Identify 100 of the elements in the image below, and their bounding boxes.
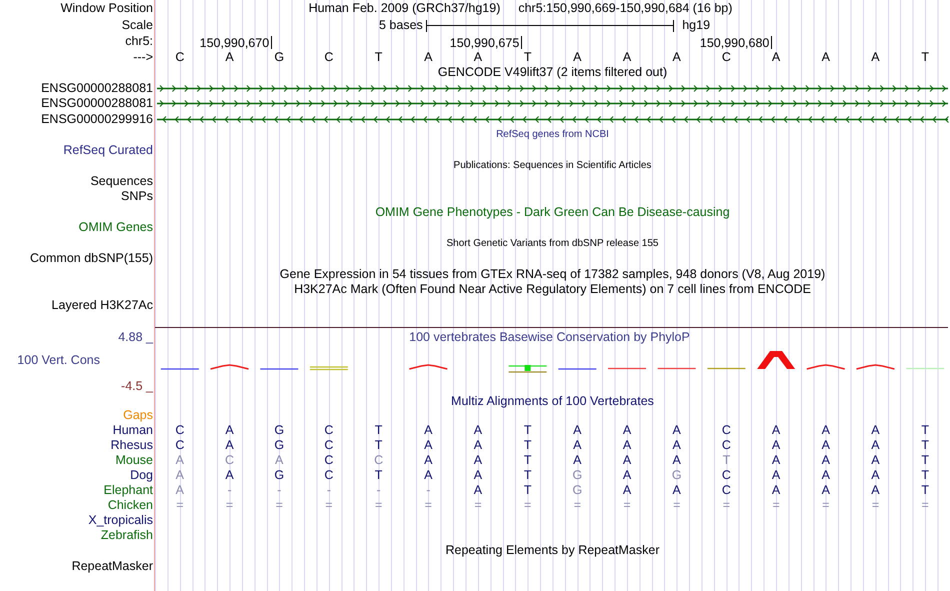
- aligned-base: A: [772, 423, 780, 437]
- aligned-base: A: [424, 438, 432, 452]
- aligned-base: A: [822, 468, 830, 482]
- aligned-base: G: [274, 468, 284, 482]
- aligned-base: A: [822, 438, 830, 452]
- aligned-base: G: [672, 468, 682, 482]
- position-label: 150,990,680: [700, 36, 772, 49]
- aligned-base: A: [225, 468, 234, 482]
- aligned-base: A: [672, 438, 681, 452]
- aligned-base: A: [871, 423, 880, 437]
- aligned-base: A: [176, 453, 184, 467]
- aligned-base: T: [921, 483, 929, 497]
- assembly-title: Human Feb. 2009 (GRCh37/hg19): [308, 0, 500, 17]
- aligned-base: =: [176, 498, 184, 512]
- aligned-base: =: [524, 498, 532, 512]
- scale-text: 5 bases: [379, 17, 423, 34]
- aligned-base: C: [225, 453, 234, 467]
- aligned-base: C: [374, 453, 384, 467]
- aligned-base: T: [374, 423, 382, 437]
- track-title: 100 vertebrates Basewise Conservation by PhyloP: [409, 330, 690, 344]
- track-title: Gene Expression in 54 tissues from GTEx RNA-seq of 17382 samples, 948 donors (V8, Aug 2019): [280, 266, 826, 282]
- aligned-base: C: [324, 423, 334, 437]
- track-title: H3K27Ac Mark (Often Found Near Active Regulatory Elements) on 7 cell lines from ENCODE: [294, 282, 811, 298]
- species-label: Zebrafish: [100, 528, 153, 542]
- track-title: Publications: Sequences in Scientific Articles: [454, 159, 652, 173]
- axis-label: 4.88 _: [118, 328, 153, 344]
- base-letter: A: [672, 50, 681, 64]
- aligned-base: A: [275, 453, 284, 467]
- row-label: chr5:: [125, 34, 153, 48]
- aligned-base: =: [574, 498, 581, 512]
- position-text: chr5:150,990,669-150,990,684 (16 bp): [518, 0, 732, 17]
- track-title: Multiz Alignments of 100 Vertebrates: [451, 394, 654, 408]
- aligned-base: A: [871, 468, 880, 482]
- aligned-base: =: [325, 498, 333, 512]
- aligned-base: G: [572, 468, 582, 482]
- aligned-base: C: [324, 438, 334, 452]
- base-letter: A: [474, 50, 482, 64]
- aligned-base: A: [176, 468, 184, 482]
- aligned-base: =: [722, 498, 730, 512]
- aligned-base: A: [622, 453, 632, 467]
- track-label: RefSeq Curated: [63, 142, 153, 156]
- aligned-base: A: [822, 483, 830, 497]
- aligned-base: =: [276, 498, 283, 512]
- aligned-base: A: [225, 438, 234, 452]
- aligned-base: A: [474, 423, 482, 437]
- aligned-base: T: [921, 453, 929, 467]
- row-label: --->: [133, 50, 153, 64]
- track-label: 100 Vert. Cons: [17, 352, 100, 368]
- aligned-base: C: [722, 423, 731, 437]
- species-label: Human: [112, 423, 153, 437]
- aligned-base: A: [822, 453, 830, 467]
- base-letter: C: [175, 50, 184, 64]
- track-label: Gaps: [123, 408, 153, 422]
- position-label: 150,990,670: [200, 36, 272, 49]
- aligned-base: A: [871, 453, 880, 467]
- gene-label: ENSG00000288081: [41, 80, 153, 94]
- aligned-base: A: [573, 423, 582, 437]
- aligned-base: -: [426, 483, 430, 497]
- aligned-base: A: [474, 438, 482, 452]
- species-label: Rhesus: [110, 438, 153, 452]
- species-label: Dog: [130, 468, 153, 482]
- aligned-base: G: [572, 483, 582, 497]
- base-letter: A: [871, 50, 880, 64]
- aligned-base: A: [622, 483, 632, 497]
- species-label: Elephant: [104, 483, 153, 497]
- base-letter: T: [921, 50, 929, 64]
- aligned-base: A: [622, 423, 632, 437]
- aligned-base: C: [722, 483, 731, 497]
- aligned-base: A: [672, 453, 681, 467]
- row-label: Window Position: [60, 1, 153, 15]
- aligned-base: A: [225, 423, 234, 437]
- aligned-base: T: [524, 453, 532, 467]
- aligned-base: A: [622, 438, 632, 452]
- base-letter: A: [573, 50, 582, 64]
- species-label: Mouse: [115, 453, 153, 467]
- base-letter: T: [524, 50, 532, 64]
- aligned-base: C: [324, 453, 334, 467]
- aligned-base: C: [324, 468, 334, 482]
- base-letter: A: [424, 50, 432, 64]
- aligned-base: A: [573, 438, 582, 452]
- aligned-base: A: [772, 438, 780, 452]
- aligned-base: -: [376, 483, 381, 497]
- aligned-base: =: [673, 498, 680, 512]
- aligned-base: C: [175, 438, 184, 452]
- species-label: Chicken: [108, 498, 153, 512]
- aligned-base: A: [772, 453, 780, 467]
- aligned-base: =: [424, 498, 432, 512]
- aligned-base: T: [374, 468, 382, 482]
- aligned-base: A: [772, 468, 780, 482]
- track-title: RefSeq genes from NCBI: [496, 128, 609, 142]
- assembly-text: hg19: [682, 17, 710, 34]
- aligned-base: =: [374, 498, 382, 512]
- base-letter: A: [225, 50, 234, 64]
- aligned-base: T: [921, 423, 929, 437]
- aligned-base: A: [474, 468, 482, 482]
- aligned-base: C: [175, 423, 184, 437]
- track-label: Common dbSNP(155): [30, 251, 153, 265]
- aligned-base: T: [524, 483, 532, 497]
- aligned-base: A: [424, 423, 432, 437]
- row-label: Scale: [122, 18, 153, 32]
